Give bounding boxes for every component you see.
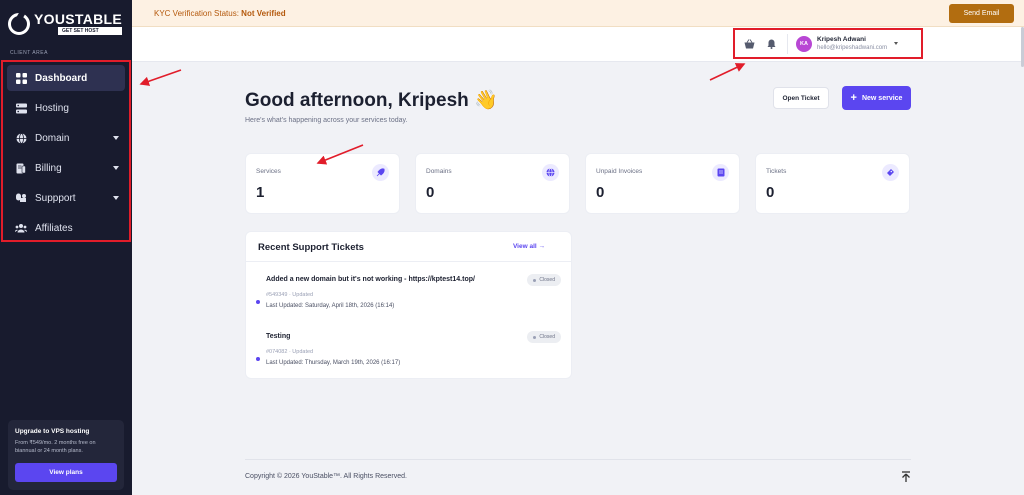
sidebar-item-label: Billing bbox=[35, 162, 62, 174]
status-dot-icon bbox=[533, 335, 537, 339]
recent-tickets-title: Recent Support Tickets bbox=[258, 242, 364, 253]
sidebar-nav: Dashboard Hosting Domain Billing Supppor… bbox=[1, 60, 131, 242]
sidebar-item-dashboard[interactable]: Dashboard bbox=[7, 65, 125, 91]
stat-card-services[interactable]: Services 1 bbox=[245, 153, 400, 214]
top-header: KA Kripesh Adwani hello@kripeshadwani.co… bbox=[132, 27, 1024, 62]
footer-divider bbox=[245, 459, 911, 460]
logo-icon bbox=[8, 12, 30, 35]
copyright-text: Copyright © 2026 YouStable™. All Rights … bbox=[245, 473, 407, 480]
avatar[interactable]: KA bbox=[796, 35, 812, 52]
user-info[interactable]: Kripesh Adwani hello@kripeshadwani.com bbox=[817, 36, 887, 52]
sidebar: YOUSTABLE GET SET HOST CLIENT AREA Dashb… bbox=[0, 0, 132, 495]
unread-dot bbox=[256, 357, 260, 361]
brand-name: YOUSTABLE bbox=[34, 11, 122, 27]
status-label: Closed bbox=[539, 334, 555, 340]
sidebar-item-label: Suppport bbox=[35, 192, 76, 204]
ticket-title[interactable]: Added a new domain but it's not working … bbox=[266, 276, 475, 283]
plus-icon: + bbox=[850, 92, 857, 104]
upgrade-title: Upgrade to VPS hosting bbox=[15, 428, 90, 435]
chevron-down-icon bbox=[113, 196, 119, 200]
sidebar-item-label: Dashboard bbox=[35, 72, 88, 84]
kyc-status: Not Verified bbox=[241, 9, 286, 18]
basket-icon[interactable] bbox=[741, 36, 757, 52]
view-plans-button[interactable]: View plans bbox=[15, 463, 117, 482]
stat-card-domains[interactable]: Domains 0 bbox=[415, 153, 570, 214]
stat-card-unpaid-invoices[interactable]: Unpaid Invoices 0 bbox=[585, 153, 740, 214]
sidebar-item-affiliates[interactable]: Affiliates bbox=[7, 215, 125, 241]
stat-label: Services bbox=[256, 168, 281, 175]
sidebar-item-support[interactable]: Suppport bbox=[7, 185, 125, 211]
annotation-arrow bbox=[139, 69, 182, 86]
ticket-item[interactable]: Testing #074082 · Updated Last Updated: … bbox=[246, 331, 571, 383]
sidebar-item-domain[interactable]: Domain bbox=[7, 125, 125, 151]
sidebar-item-label: Affiliates bbox=[35, 222, 73, 234]
rocket-icon bbox=[372, 164, 389, 181]
stat-label: Tickets bbox=[766, 168, 787, 175]
chevron-down-icon[interactable] bbox=[894, 42, 899, 45]
ticket-item[interactable]: Added a new domain but it's not working … bbox=[246, 274, 571, 326]
invoice-icon bbox=[712, 164, 729, 181]
status-badge: Closed bbox=[527, 274, 561, 286]
kyc-label: KYC Verification Status: bbox=[154, 9, 239, 18]
chevron-down-icon bbox=[113, 166, 119, 170]
ticket-title[interactable]: Testing bbox=[266, 333, 290, 340]
user-email: hello@kripeshadwani.com bbox=[817, 44, 888, 51]
ticket-icon bbox=[882, 164, 899, 181]
stat-value: 0 bbox=[596, 184, 605, 201]
status-dot-icon bbox=[533, 278, 537, 282]
server-icon bbox=[15, 102, 27, 114]
stat-value: 0 bbox=[426, 184, 435, 201]
brand-logo[interactable]: YOUSTABLE GET SET HOST bbox=[8, 12, 122, 35]
upgrade-description: From ₹549/mo. 2 months free on biannual … bbox=[15, 440, 96, 454]
annotation-arrow bbox=[709, 63, 746, 81]
new-service-label: New service bbox=[861, 94, 903, 102]
kyc-status-text: KYC Verification Status: Not Verified bbox=[154, 9, 286, 18]
status-label: Closed bbox=[539, 277, 555, 283]
sidebar-item-hosting[interactable]: Hosting bbox=[7, 95, 125, 121]
receipt-icon bbox=[15, 162, 27, 174]
ticket-meta: #549349 · Updated bbox=[266, 292, 314, 298]
open-ticket-button[interactable]: Open Ticket bbox=[773, 87, 829, 109]
bell-icon[interactable] bbox=[763, 36, 779, 52]
sidebar-item-label: Domain bbox=[35, 132, 70, 144]
globe-icon bbox=[542, 164, 559, 181]
sidebar-item-billing[interactable]: Billing bbox=[7, 155, 125, 181]
view-all-link[interactable]: View all → bbox=[513, 243, 545, 250]
stat-value: 0 bbox=[766, 184, 775, 201]
user-toolbar: KA Kripesh Adwani hello@kripeshadwani.co… bbox=[733, 28, 923, 59]
back-to-top-icon[interactable] bbox=[901, 471, 911, 483]
divider bbox=[246, 261, 571, 262]
send-email-button[interactable]: Send Email bbox=[949, 4, 1014, 23]
user-name: Kripesh Adwani bbox=[817, 35, 866, 43]
recent-tickets-panel: Recent Support Tickets View all → Added … bbox=[245, 231, 572, 379]
upgrade-card: Upgrade to VPS hosting From ₹549/mo. 2 m… bbox=[8, 420, 124, 490]
ticket-updated: Last Updated: Saturday, April 18th, 2026… bbox=[266, 303, 395, 309]
grid-icon bbox=[15, 72, 27, 84]
unread-dot bbox=[256, 300, 260, 304]
brand-tagline: GET SET HOST bbox=[58, 27, 122, 35]
chevron-down-icon bbox=[113, 136, 119, 140]
support-icon bbox=[15, 192, 27, 204]
page-subtitle: Here's what's happening across your serv… bbox=[245, 117, 408, 124]
stat-label: Domains bbox=[426, 168, 452, 175]
ticket-meta: #074082 · Updated bbox=[266, 349, 314, 355]
stat-label: Unpaid Invoices bbox=[596, 168, 643, 175]
globe-icon bbox=[15, 132, 27, 144]
header-divider bbox=[787, 33, 788, 54]
new-service-button[interactable]: + New service bbox=[842, 86, 911, 110]
kyc-banner: KYC Verification Status: Not Verified Se… bbox=[132, 0, 1024, 27]
ticket-updated: Last Updated: Thursday, March 19th, 2026… bbox=[266, 360, 401, 366]
status-badge: Closed bbox=[527, 331, 561, 343]
sidebar-item-label: Hosting bbox=[35, 102, 69, 114]
stat-value: 1 bbox=[256, 184, 265, 201]
page-title: Good afternoon, Kripesh 👋 bbox=[245, 90, 498, 111]
stat-card-tickets[interactable]: Tickets 0 bbox=[755, 153, 910, 214]
users-icon bbox=[15, 222, 27, 234]
sidebar-section-label: CLIENT AREA bbox=[10, 50, 48, 56]
